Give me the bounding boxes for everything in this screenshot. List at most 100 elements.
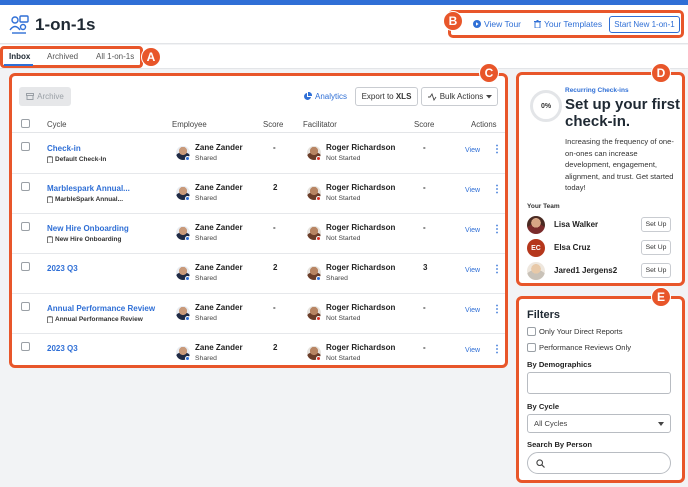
direct-reports-label: Only Your Direct Reports — [539, 327, 623, 336]
facilitator-score: - — [423, 183, 426, 192]
row-checkbox[interactable] — [21, 182, 30, 191]
cycle-template: New Hire Onboarding — [47, 236, 121, 243]
archive-icon — [26, 93, 35, 100]
cycle-link[interactable]: Marblespark Annual... — [47, 184, 130, 193]
select-all-checkbox[interactable] — [21, 119, 30, 128]
view-link[interactable]: View — [465, 347, 480, 354]
direct-reports-filter[interactable]: Only Your Direct Reports — [527, 327, 623, 336]
table-row[interactable]: Check-in Default Check-In Zane Zander Sh… — [12, 134, 505, 174]
more-options-icon[interactable]: ⋮ — [492, 264, 502, 275]
view-link[interactable]: View — [465, 227, 480, 234]
view-link[interactable]: View — [465, 187, 480, 194]
archive-label: Archive — [37, 92, 64, 101]
bulk-actions-icon — [427, 92, 437, 101]
one-on-one-icon — [9, 15, 29, 34]
employee-score: 2 — [273, 183, 278, 192]
facilitator-status-dot — [316, 316, 321, 321]
cycle-link[interactable]: Annual Performance Review — [47, 304, 155, 313]
more-options-icon[interactable]: ⋮ — [492, 344, 502, 355]
cycle-link[interactable]: 2023 Q3 — [47, 344, 78, 353]
template-name: Default Check-In — [55, 156, 107, 163]
table-row[interactable]: Annual Performance Review Annual Perform… — [12, 294, 505, 334]
start-new-button[interactable]: Start New 1-on-1 — [609, 16, 680, 33]
view-link[interactable]: View — [465, 307, 480, 314]
col-facilitator-score: Score — [414, 120, 435, 129]
facilitator-name: Roger Richardson — [326, 343, 396, 352]
row-checkbox[interactable] — [21, 302, 30, 311]
facilitator-status-dot — [316, 196, 321, 201]
person-search-label: Search By Person — [527, 440, 592, 449]
more-options-icon[interactable]: ⋮ — [492, 144, 502, 155]
employee-name: Zane Zander — [195, 263, 243, 272]
export-xls-button[interactable]: Export to XLS — [355, 87, 418, 106]
view-link[interactable]: View — [465, 147, 480, 154]
your-templates-button[interactable]: Your Templates — [534, 19, 602, 29]
table-row[interactable]: 2023 Q3 Zane Zander Shared 2 Roger Richa… — [12, 254, 505, 294]
employee-status-dot — [185, 196, 190, 201]
direct-reports-checkbox[interactable] — [527, 327, 536, 336]
facilitator-name: Roger Richardson — [326, 143, 396, 152]
team-member-row: EC Elsa Cruz Set Up — [527, 237, 679, 259]
team-member-name: Jared1 Jergens2 — [554, 266, 618, 275]
employee-name: Zane Zander — [195, 143, 243, 152]
bulk-actions-label: Bulk Actions — [439, 92, 484, 101]
facilitator-status: Not Started — [326, 195, 361, 202]
person-search-input[interactable] — [527, 452, 671, 474]
set-up-button[interactable]: Set Up — [641, 217, 671, 232]
employee-status: Shared — [195, 275, 217, 282]
demographics-input[interactable] — [527, 372, 671, 394]
analytics-button[interactable]: Analytics — [303, 92, 347, 101]
cycle-select[interactable]: All Cycles — [527, 414, 671, 433]
cycle-template: Default Check-In — [47, 156, 106, 163]
performance-reviews-filter[interactable]: Performance Reviews Only — [527, 343, 631, 352]
facilitator-score: - — [423, 343, 426, 352]
performance-reviews-checkbox[interactable] — [527, 343, 536, 352]
table-row[interactable]: 2023 Q3 Zane Zander Shared 2 Roger Richa… — [12, 334, 505, 365]
row-checkbox[interactable] — [21, 342, 30, 351]
page-title: 1-on-1s — [35, 15, 96, 34]
recurring-title: Set up your first check-in. — [565, 96, 681, 130]
archive-button[interactable]: Archive — [19, 87, 71, 106]
set-up-button[interactable]: Set Up — [641, 263, 671, 278]
tab-all-1-on-1s[interactable]: All 1-on-1s — [96, 52, 134, 61]
cycle-select-value: All Cycles — [534, 419, 568, 428]
employee-status: Shared — [195, 195, 217, 202]
cycle-link[interactable]: New Hire Onboarding — [47, 224, 129, 233]
employee-status: Shared — [195, 155, 217, 162]
bulk-actions-dropdown[interactable]: Bulk Actions — [421, 87, 498, 106]
cycle-link[interactable]: Check-in — [47, 144, 81, 153]
view-link[interactable]: View — [465, 267, 480, 274]
facilitator-status-dot — [316, 356, 321, 361]
checkin-progress-ring: 0% — [530, 90, 562, 122]
export-label: Export to — [361, 92, 396, 101]
col-employee-score: Score — [263, 120, 284, 129]
row-checkbox[interactable] — [21, 142, 30, 151]
tab-inbox[interactable]: Inbox — [9, 52, 30, 61]
facilitator-score: - — [423, 303, 426, 312]
team-member-row: Lisa Walker Set Up — [527, 214, 679, 236]
view-tour-label: View Tour — [484, 19, 522, 29]
more-options-icon[interactable]: ⋮ — [492, 304, 502, 315]
team-member-name: Lisa Walker — [554, 220, 599, 229]
row-checkbox[interactable] — [21, 222, 30, 231]
cycle-link[interactable]: 2023 Q3 — [47, 264, 78, 273]
facilitator-score: - — [423, 143, 426, 152]
more-options-icon[interactable]: ⋮ — [492, 224, 502, 235]
export-format: XLS — [395, 92, 412, 101]
table-row[interactable]: Marblespark Annual... MarbleSpark Annual… — [12, 174, 505, 214]
col-employee: Employee — [172, 120, 207, 129]
demographics-label: By Demographics — [527, 360, 592, 369]
active-tab-indicator — [4, 64, 33, 66]
view-tour-button[interactable]: View Tour — [473, 19, 521, 29]
employee-score: - — [273, 303, 276, 312]
row-checkbox[interactable] — [21, 262, 30, 271]
more-options-icon[interactable]: ⋮ — [492, 184, 502, 195]
set-up-button[interactable]: Set Up — [641, 240, 671, 255]
facilitator-score: - — [423, 223, 426, 232]
tab-archived[interactable]: Archived — [47, 52, 78, 61]
team-member-row: Jared1 Jergens2 Set Up — [527, 260, 679, 282]
facilitator-status: Not Started — [326, 315, 361, 322]
table-row[interactable]: New Hire Onboarding New Hire Onboarding … — [12, 214, 505, 254]
col-facilitator: Facilitator — [303, 120, 337, 129]
your-templates-label: Your Templates — [544, 19, 603, 29]
